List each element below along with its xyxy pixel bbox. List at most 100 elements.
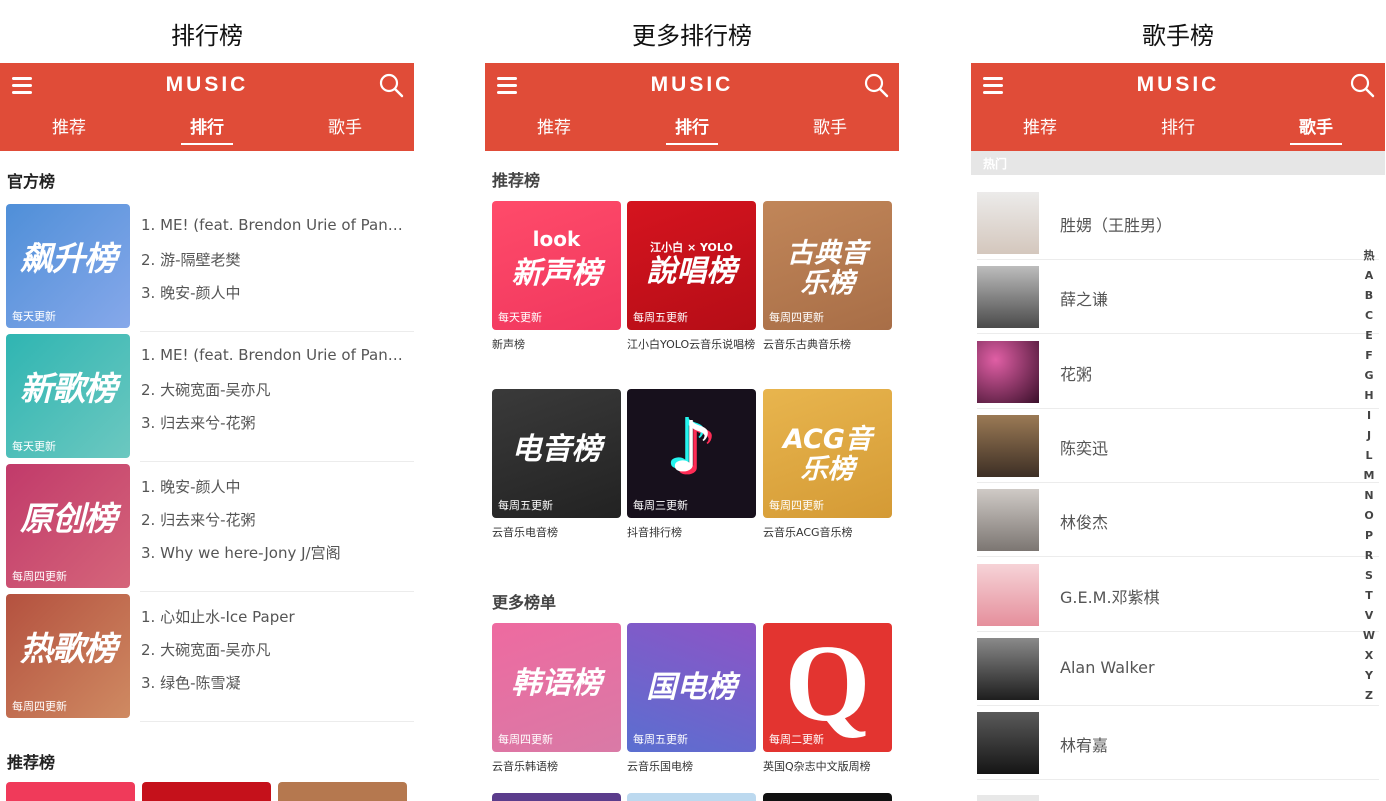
song-item[interactable]: 2. 大碗宽面-吴亦凡 xyxy=(141,639,406,672)
section-heading-recommend: 推荐榜 xyxy=(7,753,56,772)
chart-tile[interactable]: 国电榜 每周五更新 云音乐国电榜 xyxy=(627,623,756,775)
chart-cover-peek[interactable] xyxy=(763,793,892,801)
search-icon[interactable] xyxy=(378,72,404,98)
chart-cover[interactable]: ♪ 每周三更新 xyxy=(627,389,756,518)
alphabet-letter[interactable]: G xyxy=(1357,366,1381,386)
chart-cover[interactable]: 热歌榜 每周四更新 xyxy=(6,594,130,718)
singer-item[interactable]: G.E.M.邓紫棋 xyxy=(977,564,1385,632)
chart-cover-peek[interactable] xyxy=(492,793,621,801)
alphabet-letter[interactable]: Z xyxy=(1357,686,1381,706)
chart-tile[interactable]: look 新声榜 每天更新 新声榜 xyxy=(492,201,621,353)
song-item[interactable]: 1. ME! (feat. Brendon Urie of Panic! At … xyxy=(141,346,406,379)
chart-name[interactable]: 云音乐古典音乐榜 xyxy=(763,337,892,353)
song-item[interactable]: 1. ME! (feat. Brendon Urie of Panic! At … xyxy=(141,216,406,249)
tab-recommend[interactable]: 推荐 xyxy=(971,113,1109,151)
song-item[interactable]: 2. 归去来兮-花粥 xyxy=(141,509,406,542)
alphabet-letter[interactable]: X xyxy=(1357,646,1381,666)
chart-cover-peek[interactable] xyxy=(627,793,756,801)
chart-cover[interactable]: ACG音乐榜 每周四更新 xyxy=(763,389,892,518)
singer-item[interactable]: 林宥嘉 xyxy=(977,712,1385,780)
alphabet-letter[interactable]: H xyxy=(1357,386,1381,406)
chart-cover[interactable]: 古典音乐榜 每周四更新 xyxy=(763,201,892,330)
chart-row[interactable]: 原创榜 每周四更新 1. 晚安-颜人中 2. 归去来兮-花粥 3. Why we… xyxy=(6,464,414,592)
search-icon[interactable] xyxy=(1349,72,1375,98)
alphabet-letter[interactable]: N xyxy=(1357,486,1381,506)
chart-cover[interactable]: Q 每周二更新 xyxy=(763,623,892,752)
song-item[interactable]: 3. 归去来兮-花粥 xyxy=(141,412,406,445)
tab-ranking[interactable]: 排行 xyxy=(1109,113,1247,151)
chart-name[interactable]: 英国Q杂志中文版周榜 xyxy=(763,759,892,775)
chart-name[interactable]: 抖音排行榜 xyxy=(627,525,756,541)
chart-name[interactable]: 云音乐ACG音乐榜 xyxy=(763,525,892,541)
chart-row[interactable]: 热歌榜 每周四更新 1. 心如止水-Ice Paper 2. 大碗宽面-吴亦凡 … xyxy=(6,594,414,722)
singer-item[interactable]: 花粥 xyxy=(977,341,1385,409)
singer-item[interactable]: 林俊杰 xyxy=(977,489,1385,557)
singer-item[interactable]: Alan Walker xyxy=(977,638,1385,706)
alphabet-index[interactable]: 热 A B C E F G H I J L M N O P R S T V W … xyxy=(1357,246,1381,706)
alphabet-letter[interactable]: W xyxy=(1357,626,1381,646)
chart-tile[interactable]: 江小白 × YOLO 說唱榜 每周五更新 江小白YOLO云音乐说唱榜 xyxy=(627,201,756,353)
song-item[interactable]: 2. 大碗宽面-吴亦凡 xyxy=(141,379,406,412)
singer-item[interactable]: 薛之谦 xyxy=(977,266,1385,334)
chart-tile[interactable]: ♪ 每周三更新 抖音排行榜 xyxy=(627,389,756,541)
alphabet-letter[interactable]: C xyxy=(1357,306,1381,326)
chart-cover-peek[interactable] xyxy=(142,782,271,801)
chart-name[interactable]: 新声榜 xyxy=(492,337,621,353)
chart-tile[interactable]: ACG音乐榜 每周四更新 云音乐ACG音乐榜 xyxy=(763,389,892,541)
tab-singers[interactable]: 歌手 xyxy=(1247,113,1385,151)
chart-row[interactable]: 新歌榜 每天更新 1. ME! (feat. Brendon Urie of P… xyxy=(6,334,414,462)
chart-cover[interactable]: 国电榜 每周五更新 xyxy=(627,623,756,752)
alphabet-letter[interactable]: V xyxy=(1357,606,1381,626)
alphabet-letter[interactable]: Y xyxy=(1357,666,1381,686)
alphabet-letter[interactable]: E xyxy=(1357,326,1381,346)
alphabet-letter[interactable]: L xyxy=(1357,446,1381,466)
alphabet-letter[interactable]: B xyxy=(1357,286,1381,306)
tab-recommend[interactable]: 推荐 xyxy=(485,113,623,151)
chart-cover[interactable]: 新歌榜 每天更新 xyxy=(6,334,130,458)
chart-cover[interactable]: 原创榜 每周四更新 xyxy=(6,464,130,588)
tab-singers[interactable]: 歌手 xyxy=(276,113,414,151)
singer-item[interactable]: 胜娚（王胜男） xyxy=(977,192,1385,260)
search-icon[interactable] xyxy=(863,72,889,98)
chart-tile[interactable]: 电音榜 每周五更新 云音乐电音榜 xyxy=(492,389,621,541)
alphabet-letter[interactable]: M xyxy=(1357,466,1381,486)
chart-tile[interactable]: Q 每周二更新 英国Q杂志中文版周榜 xyxy=(763,623,892,775)
alphabet-letter[interactable]: A xyxy=(1357,266,1381,286)
chart-cover[interactable]: 韩语榜 每周四更新 xyxy=(492,623,621,752)
chart-name[interactable]: 江小白YOLO云音乐说唱榜 xyxy=(627,337,756,353)
song-item[interactable]: 1. 晚安-颜人中 xyxy=(141,476,406,509)
chart-name[interactable]: 云音乐国电榜 xyxy=(627,759,756,775)
chart-name[interactable]: 云音乐韩语榜 xyxy=(492,759,621,775)
chart-name[interactable]: 云音乐电音榜 xyxy=(492,525,621,541)
chart-row[interactable]: 飙升榜 每天更新 1. ME! (feat. Brendon Urie of P… xyxy=(6,204,414,332)
chart-tile[interactable]: 韩语榜 每周四更新 云音乐韩语榜 xyxy=(492,623,621,775)
tab-recommend[interactable]: 推荐 xyxy=(0,113,138,151)
tab-ranking[interactable]: 排行 xyxy=(138,113,276,151)
alphabet-letter[interactable]: T xyxy=(1357,586,1381,606)
singer-item[interactable]: 陈奕迅 xyxy=(977,415,1385,483)
song-item[interactable]: 3. Why we here-Jony J/宫阁 xyxy=(141,542,406,575)
alphabet-letter[interactable]: F xyxy=(1357,346,1381,366)
song-item[interactable]: 1. 心如止水-Ice Paper xyxy=(141,606,406,639)
alphabet-letter[interactable]: R xyxy=(1357,546,1381,566)
alphabet-letter[interactable]: I xyxy=(1357,406,1381,426)
chart-cover[interactable]: 江小白 × YOLO 說唱榜 每周五更新 xyxy=(627,201,756,330)
chart-cover[interactable]: look 新声榜 每天更新 xyxy=(492,201,621,330)
chart-cover[interactable]: 电音榜 每周五更新 xyxy=(492,389,621,518)
alphabet-letter[interactable]: S xyxy=(1357,566,1381,586)
chart-tile[interactable]: 古典音乐榜 每周四更新 云音乐古典音乐榜 xyxy=(763,201,892,353)
singer-name: 林宥嘉 xyxy=(1060,736,1109,755)
chart-cover-peek[interactable] xyxy=(6,782,135,801)
tab-ranking[interactable]: 排行 xyxy=(623,113,761,151)
alphabet-letter[interactable]: O xyxy=(1357,506,1381,526)
song-item[interactable]: 3. 绿色-陈雪凝 xyxy=(141,672,406,705)
alphabet-letter[interactable]: J xyxy=(1357,426,1381,446)
chart-cover-peek[interactable] xyxy=(278,782,407,801)
song-item[interactable]: 2. 游-隔壁老樊 xyxy=(141,249,406,282)
alphabet-letter[interactable]: 热 xyxy=(1357,246,1381,266)
update-frequency: 每周四更新 xyxy=(12,570,67,583)
song-item[interactable]: 3. 晚安-颜人中 xyxy=(141,282,406,315)
alphabet-letter[interactable]: P xyxy=(1357,526,1381,546)
tab-singers[interactable]: 歌手 xyxy=(761,113,899,151)
chart-cover[interactable]: 飙升榜 每天更新 xyxy=(6,204,130,328)
